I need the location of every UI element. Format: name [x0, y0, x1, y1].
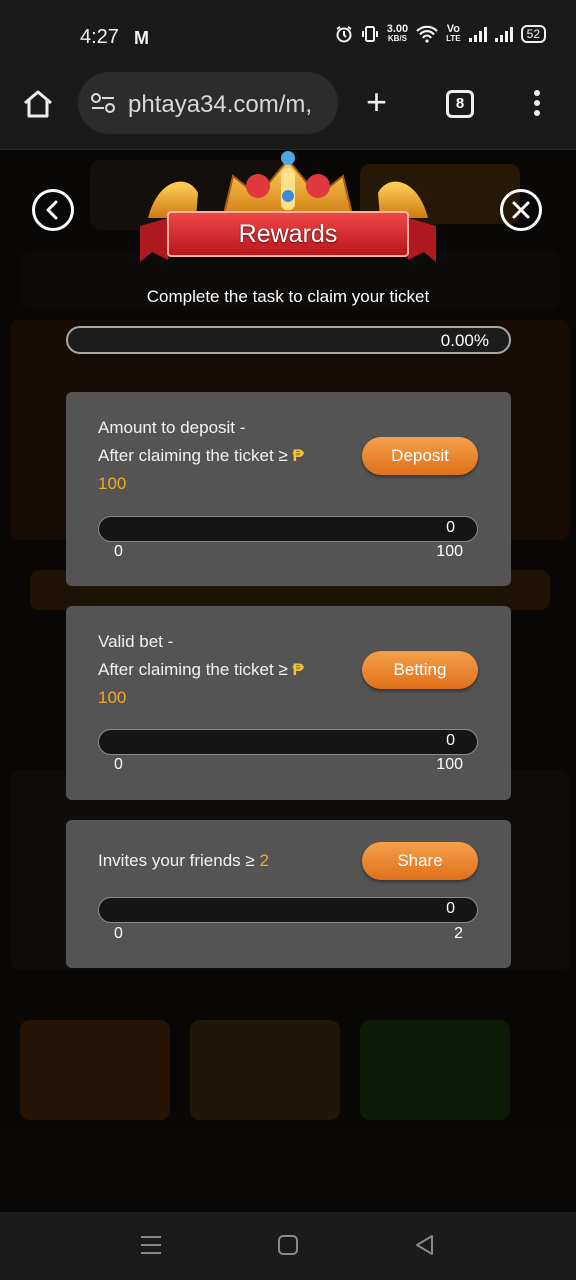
- task-condition-line: Invites your friends ≥ 2: [98, 851, 269, 871]
- network-speed-value: 3.00: [386, 23, 409, 35]
- gmail-notification-icon: M: [134, 28, 149, 48]
- status-bar: 4:27 M 3.00 KB/S Vo LTE 52: [0, 0, 576, 72]
- battery-icon: 52: [520, 25, 546, 43]
- task-title: Valid bet -: [98, 632, 174, 651]
- tune-icon[interactable]: [90, 92, 116, 114]
- new-tab-plus-icon[interactable]: +: [366, 84, 387, 120]
- modal-subtitle: Complete the task to claim your ticket: [146, 287, 430, 306]
- task-target: 100: [98, 688, 127, 707]
- close-button[interactable]: [500, 189, 542, 231]
- task-progress-min: 0: [114, 543, 123, 560]
- task-target: 2: [259, 851, 269, 870]
- overall-progress-label: 0.00%: [440, 331, 489, 350]
- task-progress-bar: 0: [98, 729, 478, 755]
- status-icons: 3.00 KB/S Vo LTE 52: [335, 24, 546, 44]
- volte-label-bottom: LTE: [446, 34, 461, 43]
- share-button[interactable]: Share: [362, 842, 478, 880]
- crown-ribbon-emblem: [140, 151, 436, 262]
- task-title: Amount to deposit -: [98, 418, 246, 437]
- task-condition-line: After claiming the ticket ≥ ₱: [98, 660, 304, 680]
- deposit-button[interactable]: Deposit: [362, 437, 478, 475]
- home-icon[interactable]: [22, 88, 54, 120]
- recents-menu-icon[interactable]: [140, 1234, 162, 1256]
- task-progress-current: 0: [446, 900, 455, 917]
- back-button[interactable]: [32, 189, 74, 231]
- task-progress-max: 100: [436, 543, 463, 560]
- url-text[interactable]: phtaya34.com/m,: [128, 91, 332, 119]
- network-speed: 3.00 KB/S: [387, 24, 408, 44]
- task-target: 100: [98, 474, 127, 493]
- task-progress-current: 0: [446, 519, 455, 536]
- signal-2-icon: [494, 26, 513, 42]
- volte-badge: Vo LTE: [446, 24, 461, 44]
- address-bar[interactable]: phtaya34.com/m,: [78, 72, 338, 134]
- task-progress-min: 0: [114, 925, 123, 942]
- tab-switcher-button[interactable]: 8: [446, 90, 474, 118]
- task-progress-current: 0: [446, 732, 455, 749]
- task-progress-min: 0: [114, 756, 123, 773]
- task-progress-bar: 0: [98, 897, 478, 923]
- task-card-valid-bet: Valid bet - After claiming the ticket ≥ …: [66, 606, 511, 800]
- task-condition: After claiming the ticket ≥: [98, 660, 288, 679]
- close-icon: [512, 201, 530, 219]
- volte-label-top: Vo: [446, 23, 460, 35]
- network-speed-unit: KB/S: [387, 34, 407, 43]
- task-progress-bar: 0: [98, 516, 478, 542]
- task-progress-max: 100: [436, 756, 463, 773]
- task-condition-line: After claiming the ticket ≥ ₱: [98, 446, 304, 466]
- system-nav-bar: [0, 1212, 576, 1280]
- task-condition: After claiming the ticket ≥: [98, 446, 288, 465]
- wifi-icon: [416, 25, 438, 43]
- peso-icon: ₱: [292, 660, 304, 679]
- clock: 4:27: [80, 26, 119, 48]
- modal-title: Rewards: [238, 220, 338, 248]
- chevron-left-icon: [46, 200, 58, 220]
- task-title: Invites your friends ≥: [98, 851, 255, 870]
- task-card-invite-friends: Invites your friends ≥ 2 Share 0 0 2: [66, 820, 511, 968]
- peso-icon: ₱: [292, 446, 304, 465]
- back-triangle-icon[interactable]: [414, 1234, 436, 1256]
- alarm-icon: [336, 26, 352, 43]
- kebab-menu-icon[interactable]: [534, 90, 540, 120]
- home-square-icon[interactable]: [277, 1234, 299, 1256]
- task-progress-max: 2: [454, 925, 463, 942]
- overall-progress-bar: 0.00%: [66, 326, 511, 354]
- browser-toolbar: phtaya34.com/m, + 8: [0, 72, 576, 150]
- signal-1-icon: [468, 26, 487, 42]
- task-card-deposit: Amount to deposit - After claiming the t…: [66, 392, 511, 586]
- betting-button[interactable]: Betting: [362, 651, 478, 689]
- vibrate-icon: [361, 26, 378, 42]
